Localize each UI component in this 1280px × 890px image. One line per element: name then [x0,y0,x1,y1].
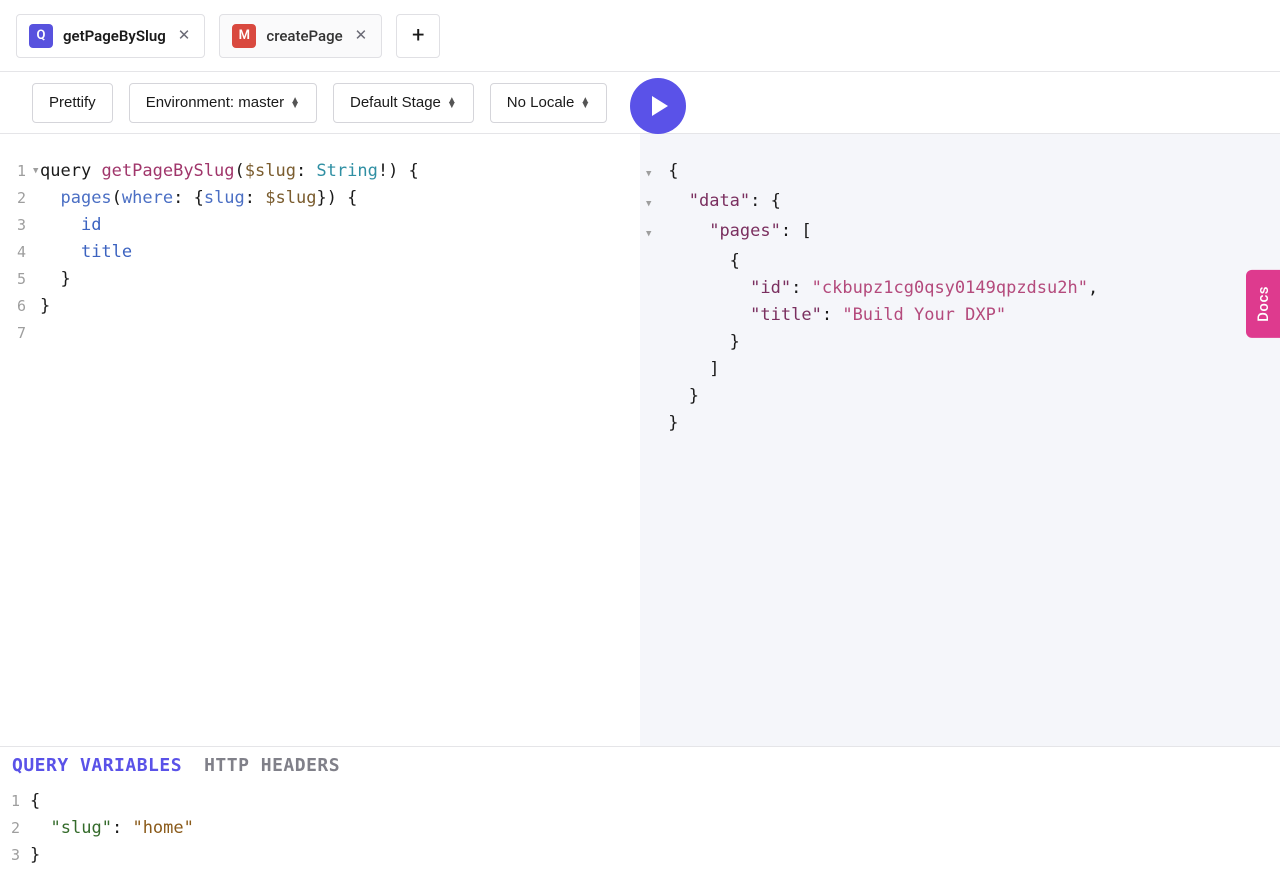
tab-label: getPageBySlug [63,27,166,45]
plus-icon: + [412,23,424,48]
tab-createPage[interactable]: M createPage ✕ [219,14,382,58]
locale-select[interactable]: No Locale▲▼ [490,83,607,123]
environment-select[interactable]: Environment: master▲▼ [129,83,317,123]
docs-tab[interactable]: Docs [1246,270,1280,338]
tab-label: createPage [266,27,342,45]
fold-icon[interactable]: ▼ [646,199,651,209]
execute-button[interactable] [630,78,686,134]
tab-getPageBySlug[interactable]: Q getPageBySlug ✕ [16,14,205,58]
query-editor[interactable]: 1▼query getPageBySlug($slug: String!) { … [0,134,640,746]
variables-panel: QUERY VARIABLES HTTP HEADERS 1{ 2 "slug"… [0,746,1280,890]
fold-icon[interactable]: ▼ [646,169,651,179]
close-icon[interactable]: ✕ [176,26,193,45]
close-icon[interactable]: ✕ [353,26,370,45]
http-headers-tab[interactable]: HTTP HEADERS [204,755,340,776]
chevron-updown-icon: ▲▼ [290,98,300,108]
prettify-button[interactable]: Prettify [32,83,113,123]
variables-editor[interactable]: 1{ 2 "slug": "home" 3} [0,784,1280,869]
main-split: 1▼query getPageBySlug($slug: String!) { … [0,134,1280,746]
chevron-updown-icon: ▲▼ [447,98,457,108]
query-variables-tab[interactable]: QUERY VARIABLES [12,755,182,776]
fold-icon[interactable]: ▼ [646,229,651,239]
mutation-badge-icon: M [232,24,256,48]
fold-icon[interactable]: ▼ [30,158,40,185]
stage-select[interactable]: Default Stage▲▼ [333,83,474,123]
query-badge-icon: Q [29,24,53,48]
toolbar: Prettify Environment: master▲▼ Default S… [0,72,1280,134]
result-pane: ▼ { ▼ "data": { ▼ "pages": [ { "id": "ck… [640,134,1280,746]
new-tab-button[interactable]: + [396,14,440,58]
tabs-bar: Q getPageBySlug ✕ M createPage ✕ + [0,0,1280,72]
play-icon [652,96,668,116]
chevron-updown-icon: ▲▼ [580,98,590,108]
